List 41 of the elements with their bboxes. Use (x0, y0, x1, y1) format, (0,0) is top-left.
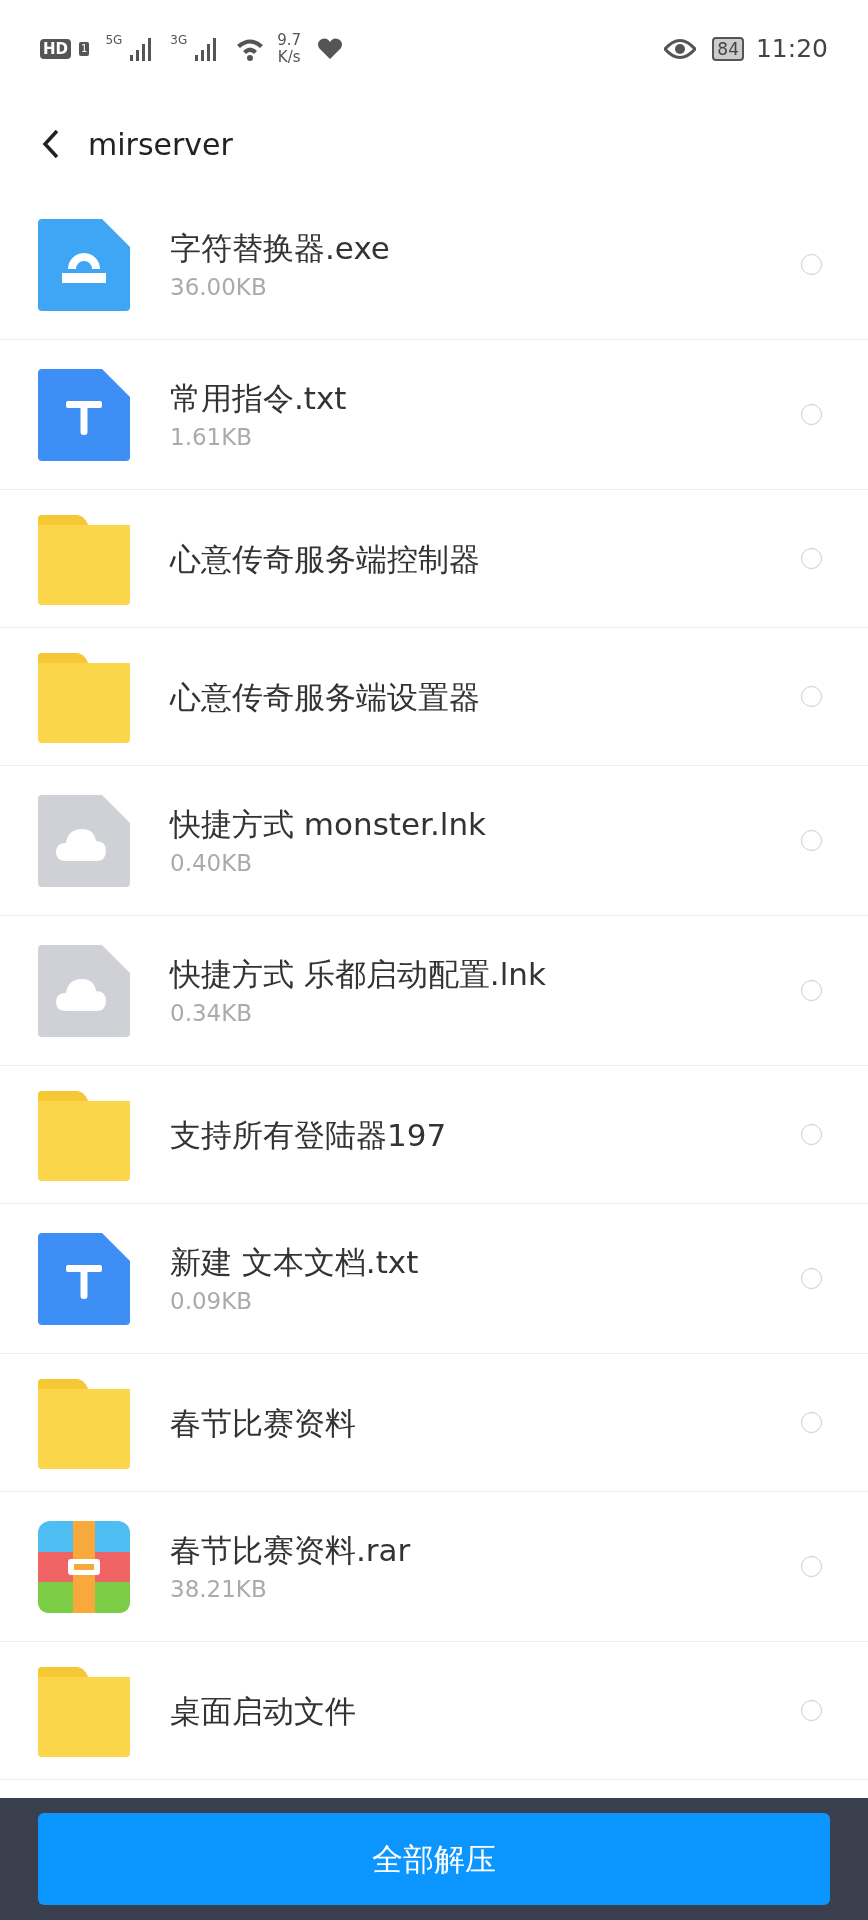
folder-icon (38, 1088, 130, 1181)
file-name[interactable]: 新建 文本文档.txt (170, 1240, 801, 1283)
battery-level: 84 (712, 37, 744, 61)
file-name[interactable]: 常用指令.txt (170, 376, 801, 419)
clock: 11:20 (755, 33, 828, 66)
file-name[interactable]: 春节比赛资料.rar (170, 1528, 801, 1571)
exe-file-icon (38, 218, 130, 311)
hd-badge: HD (40, 39, 71, 59)
folder-title: mirserver (88, 125, 233, 164)
eye-icon (664, 38, 697, 60)
network-type: 3G (170, 34, 188, 46)
file-name[interactable]: 心意传奇服务端控制器 (170, 537, 801, 580)
file-size: 36.00KB (170, 272, 268, 302)
folder-icon (38, 1376, 130, 1469)
network-type: 5G (105, 34, 123, 46)
file-name[interactable]: 支持所有登陆器197 (170, 1113, 801, 1156)
file-name[interactable]: 字符替换器.exe (170, 226, 801, 269)
folder-icon (38, 512, 130, 605)
file-size: 0.09KB (170, 1286, 254, 1316)
file-size: 1.61KB (170, 422, 254, 452)
heart-icon (317, 38, 344, 60)
speed-unit: K/s (277, 49, 302, 66)
file-size: 0.34KB (170, 998, 254, 1028)
file-size: 38.21KB (170, 1574, 268, 1604)
file-name[interactable]: 春节比赛资料 (170, 1401, 801, 1444)
archive-icon (38, 1520, 130, 1613)
speed-value: 9.7 (277, 32, 302, 49)
text-file-icon (38, 1232, 130, 1325)
file-name[interactable]: 快捷方式 乐都启动配置.lnk (170, 952, 801, 995)
file-name[interactable]: 快捷方式 monster.lnk (170, 802, 801, 845)
cloud-file-icon (38, 944, 130, 1037)
cloud-file-icon (38, 794, 130, 887)
file-name[interactable]: 心意传奇服务端设置器 (170, 675, 801, 718)
text-file-icon (38, 368, 130, 461)
file-name[interactable]: 桌面启动文件 (170, 1689, 801, 1732)
sim-number: 1 (79, 42, 90, 56)
back-icon[interactable] (42, 129, 60, 159)
folder-icon (38, 650, 130, 743)
file-size: 0.40KB (170, 848, 254, 878)
wifi-icon (235, 37, 266, 61)
folder-icon (38, 1664, 130, 1757)
